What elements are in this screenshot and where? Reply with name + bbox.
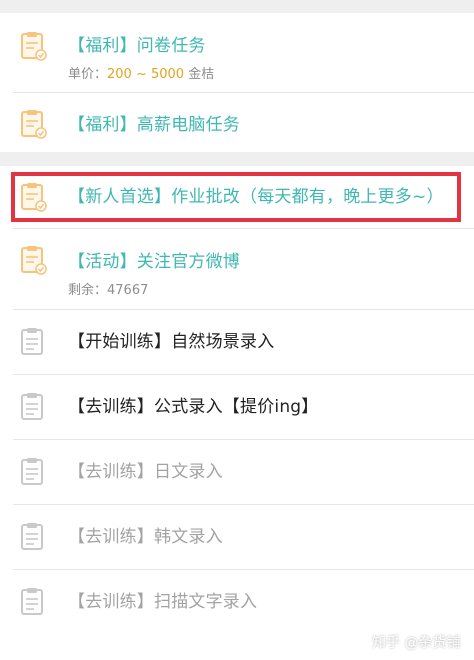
clipboard-icon <box>21 393 43 420</box>
remaining-value: 47667 <box>107 283 149 298</box>
clipboard-icon <box>21 523 43 550</box>
task-title: 【去训练】韩文录入 <box>68 527 223 547</box>
task-title: 【去训练】日文录入 <box>68 462 223 482</box>
task-title: 【活动】关注官方微博 <box>68 252 240 272</box>
task-item-scan-text-entry[interactable]: 【去训练】扫描文字录入 <box>0 570 474 634</box>
task-item-scene-entry[interactable]: 【开始训练】自然场景录入 <box>0 310 474 374</box>
remaining-label: 剩余： <box>68 283 108 298</box>
task-remaining: 剩余：47667 <box>68 283 148 299</box>
task-item-pc-job[interactable]: 【福利】高薪电脑任务 <box>0 93 474 152</box>
task-title: 【去训练】扫描文字录入 <box>68 592 258 612</box>
clipboard-icon <box>21 588 43 615</box>
price-label: 单价： <box>68 67 108 82</box>
price-value: 200 ~ 5000 <box>107 67 185 82</box>
task-title: 【去训练】公式录入【提价ing】 <box>68 397 319 417</box>
task-item-formula-entry[interactable]: 【去训练】公式录入【提价ing】 <box>0 375 474 439</box>
task-item-japanese-entry[interactable]: 【去训练】日文录入 <box>0 440 474 504</box>
clipboard-check-icon <box>21 32 47 61</box>
task-title: 【开始训练】自然场景录入 <box>68 332 275 352</box>
highlight-box <box>11 172 461 222</box>
clipboard-icon <box>21 328 43 355</box>
clipboard-check-icon <box>21 110 47 139</box>
clipboard-check-icon <box>21 246 47 275</box>
task-item-korean-entry[interactable]: 【去训练】韩文录入 <box>0 505 474 569</box>
task-price: 单价：200 ~ 5000 金桔 <box>68 67 214 83</box>
task-item-survey[interactable]: 【福利】问卷任务 单价：200 ~ 5000 金桔 <box>0 13 474 92</box>
task-title: 【福利】高薪电脑任务 <box>68 115 240 135</box>
task-title: 【福利】问卷任务 <box>68 36 206 56</box>
clipboard-icon <box>21 458 43 485</box>
task-item-follow-weibo[interactable]: 【活动】关注官方微博 剩余：47667 <box>0 229 474 309</box>
watermark: 知乎 @杂货铺 <box>372 635 461 651</box>
price-unit: 金桔 <box>184 67 215 82</box>
